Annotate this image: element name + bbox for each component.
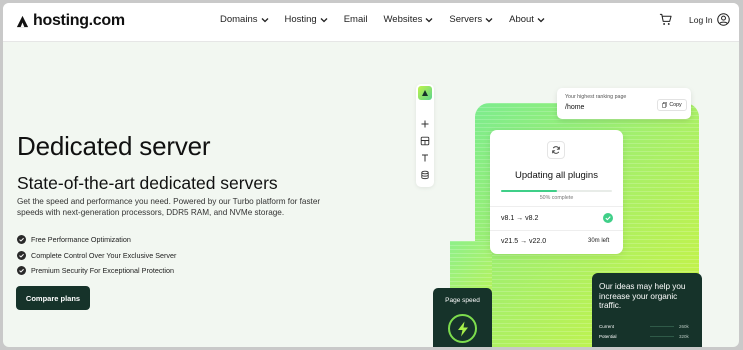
nav-label: About [509, 14, 534, 25]
nav-item-hosting[interactable]: Hosting [285, 14, 328, 25]
hero-description: Get the speed and performance you need. … [17, 197, 321, 217]
check-circle-icon [17, 235, 26, 245]
compare-plans-button[interactable]: Compare plans [16, 286, 90, 310]
progress-bar [501, 190, 612, 192]
divider [490, 230, 623, 231]
toolbar-logo [418, 86, 432, 100]
refresh-icon [552, 146, 560, 154]
chevron-down-icon [320, 17, 328, 22]
user-circle-icon [716, 13, 730, 26]
progress-fill [501, 190, 557, 192]
metric-value: 260k [679, 324, 689, 329]
ranking-page-card: Your highest ranking page /home Copy [557, 88, 691, 119]
login-button[interactable]: Log In [689, 13, 730, 26]
feature-item: Premium Security For Exceptional Protect… [17, 263, 176, 279]
nav-label: Domains [220, 14, 258, 25]
ranking-label: Your highest ranking page [565, 94, 627, 100]
progress-label: 50% complete [539, 195, 574, 201]
ranking-value: /home [565, 104, 585, 111]
chevron-down-icon [425, 17, 433, 22]
check-circle-icon [603, 213, 613, 223]
check-circle-icon [17, 266, 26, 276]
nav-label: Websites [383, 14, 423, 25]
nav-label: Hosting [284, 14, 317, 25]
login-label: Log In [689, 14, 713, 25]
site-header: hosting.com Domains Hosting Email Websit… [3, 3, 739, 42]
refresh-button[interactable] [547, 141, 565, 159]
brand-name: hosting.com [33, 12, 125, 29]
chevron-down-icon [261, 17, 268, 22]
feature-text: Free Performance Optimization [31, 235, 131, 245]
logo-icon [16, 15, 29, 27]
version-row: v21.5 → v22.0 [501, 238, 547, 245]
text-icon[interactable] [420, 153, 430, 163]
plugin-update-card: Updating all plugins 50% complete v8.1 →… [490, 130, 623, 254]
nav-label: Servers [449, 14, 483, 25]
metric-bar [650, 336, 674, 337]
divider [490, 206, 623, 207]
nav-item-about[interactable]: About [509, 14, 545, 25]
chevron-down-icon [537, 17, 545, 22]
hero-subtitle: State-of-the-art dedicated servers [17, 173, 278, 193]
nav-item-email[interactable]: Email [344, 14, 368, 25]
editor-toolbar [416, 84, 434, 187]
nav-item-domains[interactable]: Domains [220, 14, 269, 25]
page-speed-card: Page speed [433, 288, 492, 347]
plus-icon[interactable] [420, 119, 430, 129]
update-title: Updating all plugins [515, 170, 598, 181]
feature-list: Free Performance Optimization Complete C… [17, 232, 176, 279]
page-title: Dedicated server [17, 131, 211, 161]
brand-logo[interactable]: hosting.com [15, 12, 125, 30]
speed-label: Page speed [445, 297, 480, 304]
seo-ideas-card: Our ideas may help you increase your org… [592, 273, 702, 347]
check-circle-icon [17, 250, 26, 260]
version-row: v8.1 → v8.2 [501, 215, 539, 222]
metric-value: 320k [679, 334, 689, 339]
copy-button[interactable]: Copy [657, 99, 687, 111]
layout-icon[interactable] [420, 136, 430, 146]
time-remaining: 30m left [588, 238, 610, 244]
metric-label: Potential [599, 334, 617, 339]
page-frame: hosting.com Domains Hosting Email Websit… [3, 3, 739, 347]
main-nav: Domains Hosting Email Websites Servers A… [220, 14, 561, 25]
nav-label: Email [343, 14, 368, 25]
feature-text: Complete Control Over Your Exclusive Ser… [31, 250, 177, 260]
feature-item: Complete Control Over Your Exclusive Ser… [17, 248, 176, 264]
copy-label: Copy [669, 102, 682, 108]
speed-gauge [448, 314, 477, 343]
nav-item-servers[interactable]: Servers [449, 14, 493, 25]
metric-label: Current [599, 324, 615, 329]
feature-text: Premium Security For Exceptional Protect… [31, 266, 175, 276]
database-icon[interactable] [420, 170, 430, 180]
metric-bar [650, 326, 674, 327]
feature-item: Free Performance Optimization [17, 232, 176, 248]
chevron-down-icon [485, 17, 493, 22]
cart-icon[interactable] [659, 13, 672, 26]
lightning-bolt-icon [457, 321, 468, 336]
ideas-text: Our ideas may help you increase your org… [599, 282, 686, 310]
logo-icon [422, 90, 428, 96]
nav-item-websites[interactable]: Websites [383, 14, 433, 25]
copy-icon [662, 102, 668, 108]
